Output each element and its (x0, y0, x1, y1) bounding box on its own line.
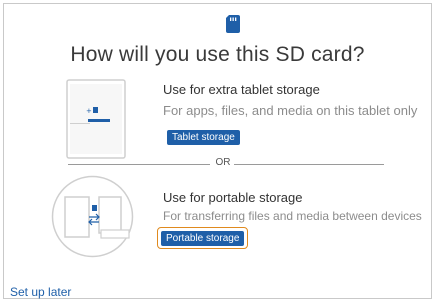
tablet-storage-illustration: + (66, 79, 126, 159)
tablet-storage-button[interactable]: Tablet storage (167, 130, 240, 145)
page-title: How will you use this SD card? (70, 43, 365, 66)
svg-text:+: + (86, 107, 92, 115)
portable-storage-description: For transferring files and media between… (163, 209, 422, 223)
portable-storage-illustration (51, 175, 134, 258)
tablet-storage-description: For apps, files, and media on this table… (163, 103, 418, 118)
or-divider-label: OR (215, 157, 231, 168)
divider-line-right (234, 164, 384, 165)
set-up-later-link[interactable]: Set up later (10, 285, 71, 299)
portable-storage-title: Use for portable storage (163, 190, 303, 205)
divider-line-left (68, 164, 210, 165)
sd-card-setup-dialog: How will you use this SD card? + Use for… (3, 3, 432, 299)
portable-storage-button[interactable]: Portable storage (161, 231, 245, 246)
sd-card-icon (226, 15, 240, 33)
tablet-storage-title: Use for extra tablet storage (163, 82, 320, 97)
